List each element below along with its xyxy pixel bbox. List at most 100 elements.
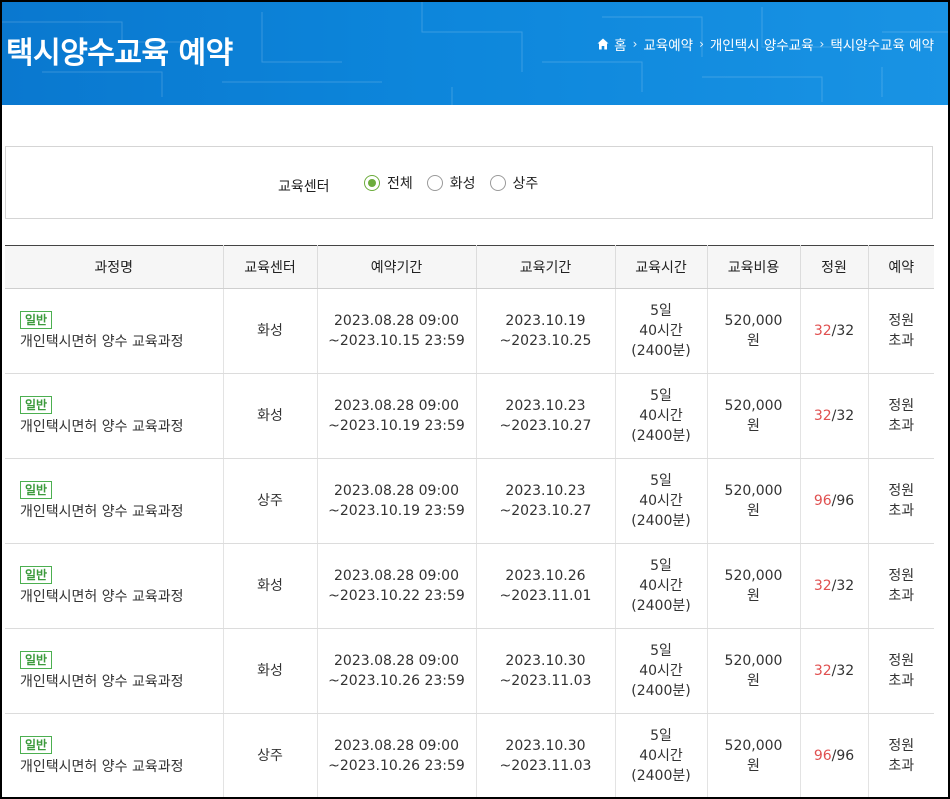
page-title: 택시양수교육 예약 — [6, 36, 233, 71]
course-name[interactable]: 개인택시면허 양수 교육과정 — [20, 672, 223, 692]
capacity-current: 96 — [813, 493, 832, 509]
education-hours: 40시간 — [639, 578, 683, 594]
radio-button[interactable] — [426, 175, 443, 191]
capacity-cell: 32/32 — [800, 543, 869, 629]
reservation-period-cell: 2023.08.28 09:00 ~2023.10.26 23:59 — [317, 628, 477, 714]
breadcrumb-reservation[interactable]: 교육예약 — [643, 34, 693, 54]
reserve-status-cell: 정원 초과 — [868, 373, 934, 459]
radio-all[interactable]: 전체 — [364, 173, 413, 193]
education-start: 2023.10.30 — [505, 738, 586, 754]
radio-button-checked[interactable] — [364, 175, 380, 191]
course-type-badge: 일반 — [20, 481, 53, 499]
course-type-badge: 일반 — [20, 736, 53, 754]
capacity-current: 32 — [813, 663, 832, 679]
status-line-2: 초과 — [888, 758, 915, 774]
course-table: 과정명 교육센터 예약기간 교육기간 교육시간 교육비용 정원 예약 일반 개인… — [5, 245, 934, 797]
course-type-badge: 일반 — [20, 566, 53, 584]
course-cell: 일반 개인택시면허 양수 교육과정 — [5, 543, 224, 629]
reservation-end: ~2023.10.19 23:59 — [328, 418, 465, 434]
cost-cell: 520,000 원 — [707, 543, 801, 629]
education-period-cell: 2023.10.19 ~2023.10.25 — [476, 288, 616, 374]
reserve-status-cell: 정원 초과 — [868, 628, 934, 714]
capacity-current: 32 — [813, 408, 832, 424]
status-line-1: 정원 — [888, 398, 915, 414]
capacity-cell: 32/32 — [800, 373, 869, 459]
course-name[interactable]: 개인택시면허 양수 교육과정 — [20, 757, 223, 777]
education-start: 2023.10.23 — [505, 398, 586, 414]
reservation-start: 2023.08.28 09:00 — [334, 738, 459, 754]
status-line-1: 정원 — [888, 738, 915, 754]
cost-amount: 520,000 — [724, 313, 783, 329]
education-minutes: (2400분) — [631, 683, 691, 699]
home-icon — [597, 38, 609, 50]
reservation-end: ~2023.10.19 23:59 — [328, 503, 465, 519]
breadcrumb-home[interactable]: 홈 — [614, 34, 626, 54]
center-cell: 상주 — [223, 458, 318, 544]
status-line-1: 정원 — [888, 653, 915, 669]
education-minutes: (2400분) — [631, 343, 691, 359]
education-end: ~2023.10.25 — [499, 333, 592, 349]
education-end: ~2023.11.03 — [499, 758, 592, 774]
cost-unit: 원 — [747, 503, 760, 519]
table-row: 일반 개인택시면허 양수 교육과정 화성 2023.08.28 09:00 ~2… — [5, 288, 934, 374]
breadcrumb-taxi-transfer[interactable]: 개인택시 양수교육 — [710, 34, 814, 54]
reservation-period-cell: 2023.08.28 09:00 ~2023.10.26 23:59 — [317, 713, 477, 797]
center-filter-panel: 교육센터 전체 화성 상주 — [5, 146, 933, 219]
education-period-cell: 2023.10.30 ~2023.11.03 — [476, 628, 616, 714]
radio-button[interactable] — [489, 175, 506, 191]
header-cost: 교육비용 — [707, 245, 801, 289]
radio-label: 상주 — [512, 176, 539, 192]
status-line-2: 초과 — [888, 503, 915, 519]
capacity-current: 96 — [813, 748, 832, 764]
reservation-end: ~2023.10.26 23:59 — [328, 758, 465, 774]
chevron-right-icon: › — [819, 37, 825, 51]
reservation-end: ~2023.10.26 23:59 — [328, 673, 465, 689]
center-cell: 화성 — [223, 628, 318, 714]
course-name[interactable]: 개인택시면허 양수 교육과정 — [20, 502, 223, 522]
cost-cell: 520,000 원 — [707, 628, 801, 714]
cost-cell: 520,000 원 — [707, 458, 801, 544]
education-hours: 40시간 — [639, 663, 683, 679]
header-education-period: 교육기간 — [476, 245, 616, 289]
course-name[interactable]: 개인택시면허 양수 교육과정 — [20, 417, 223, 437]
center-cell: 상주 — [223, 713, 318, 797]
header-reserve: 예약 — [868, 245, 934, 289]
center-radio-group: 전체 화성 상주 — [364, 173, 552, 193]
radio-hwaseong[interactable]: 화성 — [426, 173, 476, 193]
capacity-current: 32 — [813, 578, 832, 594]
status-line-2: 초과 — [888, 333, 915, 349]
radio-sangju[interactable]: 상주 — [489, 173, 539, 193]
education-start: 2023.10.26 — [505, 568, 586, 584]
capacity-cell: 32/32 — [800, 628, 869, 714]
education-hours: 40시간 — [639, 748, 683, 764]
page-banner: 택시양수교육 예약 홈 › 교육예약 › 개인택시 양수교육 › 택시양수교육 … — [2, 2, 948, 105]
table-row: 일반 개인택시면허 양수 교육과정 화성 2023.08.28 09:00 ~2… — [5, 543, 934, 629]
cost-unit: 원 — [747, 418, 760, 434]
education-hours: 40시간 — [639, 493, 683, 509]
cost-cell: 520,000 원 — [707, 373, 801, 459]
radio-label: 전체 — [387, 176, 413, 192]
reservation-start: 2023.08.28 09:00 — [334, 483, 459, 499]
capacity-total: /96 — [831, 493, 855, 509]
reservation-period-cell: 2023.08.28 09:00 ~2023.10.22 23:59 — [317, 543, 477, 629]
course-name[interactable]: 개인택시면허 양수 교육과정 — [20, 332, 223, 352]
header-course: 과정명 — [5, 245, 224, 289]
capacity-total: /32 — [831, 663, 855, 679]
chevron-right-icon: › — [632, 37, 638, 51]
education-days: 5일 — [650, 388, 672, 404]
center-cell: 화성 — [223, 373, 318, 459]
course-name[interactable]: 개인택시면허 양수 교육과정 — [20, 587, 223, 607]
cost-amount: 520,000 — [724, 398, 783, 414]
education-period-cell: 2023.10.23 ~2023.10.27 — [476, 458, 616, 544]
capacity-cell: 32/32 — [800, 288, 869, 374]
status-line-1: 정원 — [888, 313, 915, 329]
education-period-cell: 2023.10.26 ~2023.11.01 — [476, 543, 616, 629]
course-cell: 일반 개인택시면허 양수 교육과정 — [5, 628, 224, 714]
reserve-status-cell: 정원 초과 — [868, 288, 934, 374]
education-minutes: (2400분) — [631, 428, 691, 444]
breadcrumb-current: 택시양수교육 예약 — [830, 38, 934, 54]
capacity-total: /32 — [831, 578, 855, 594]
reservation-end: ~2023.10.22 23:59 — [328, 588, 465, 604]
header-capacity: 정원 — [800, 245, 869, 289]
header-reservation-period: 예약기간 — [317, 245, 477, 289]
